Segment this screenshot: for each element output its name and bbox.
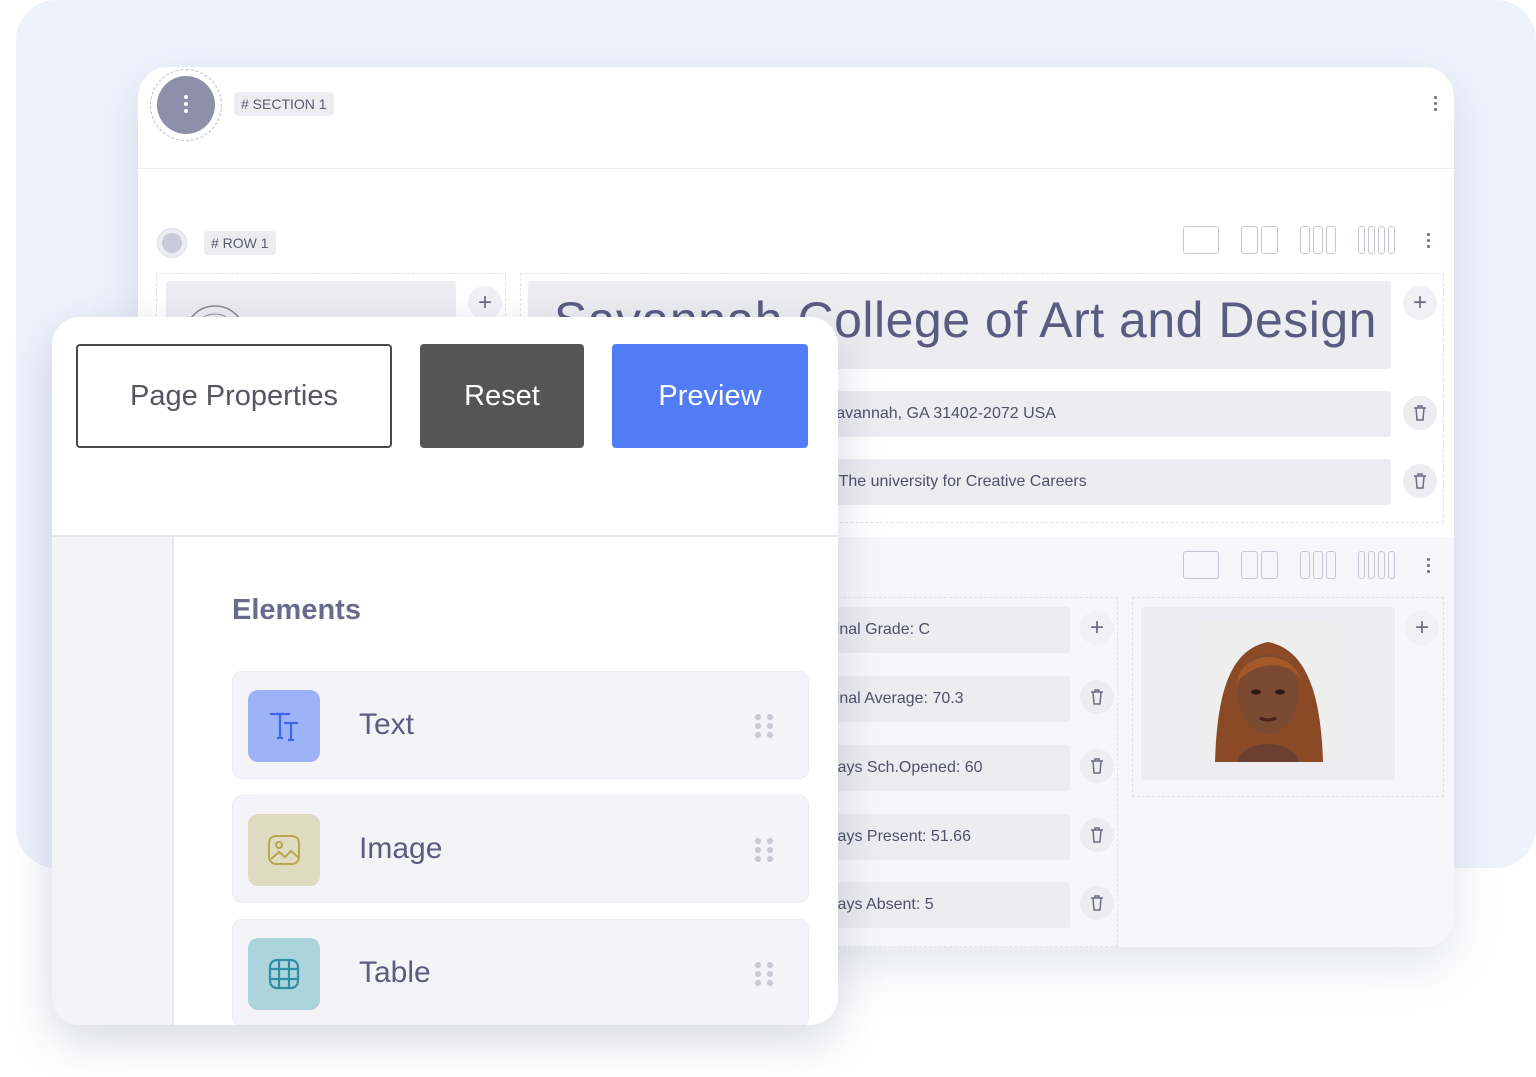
table-grid-icon	[248, 938, 320, 1010]
text-format-icon	[248, 690, 320, 762]
vertical-dots-icon	[184, 95, 188, 116]
student-photo	[1197, 620, 1339, 762]
layout-three-column-icon[interactable]	[1300, 226, 1336, 254]
days-present-text: Days Present: 51.66	[826, 828, 971, 845]
layout-one-column-icon[interactable]	[1183, 226, 1219, 254]
section-menu-icon[interactable]	[1434, 96, 1438, 114]
days-opened-text: Days Sch.Opened: 60	[826, 759, 983, 776]
days-absent-text: Days Absent: 5	[826, 896, 934, 913]
layout-one-column-icon[interactable]	[1183, 551, 1219, 579]
row-tag: # ROW 1	[204, 231, 276, 255]
delete-button[interactable]	[1080, 749, 1114, 783]
final-average-text: Final Average: 70.3	[826, 690, 964, 707]
element-label: Table	[359, 956, 431, 989]
row-menu-icon[interactable]	[1427, 233, 1431, 251]
elements-heading: Elements	[232, 594, 361, 626]
panel-sidebar	[52, 537, 174, 1025]
add-element-button[interactable]: +	[1405, 611, 1439, 645]
row-layout-options	[1183, 551, 1395, 579]
delete-button[interactable]	[1403, 396, 1437, 430]
section-drag-handle[interactable]	[150, 69, 222, 141]
layout-four-column-icon[interactable]	[1358, 551, 1395, 579]
drag-grip-icon[interactable]	[755, 714, 775, 738]
trash-icon	[1091, 895, 1103, 911]
editor-panel: Page Properties Reset Preview Elements T…	[52, 317, 838, 1025]
layout-three-column-icon[interactable]	[1300, 551, 1336, 579]
layout-four-column-icon[interactable]	[1358, 226, 1395, 254]
element-label: Image	[359, 832, 443, 865]
row-layout-options	[1183, 226, 1395, 254]
delete-button[interactable]	[1080, 886, 1114, 920]
trash-icon	[1091, 689, 1103, 705]
image-icon	[248, 814, 320, 886]
element-item-table[interactable]: Table	[232, 919, 809, 1025]
row-drag-handle[interactable]	[157, 228, 187, 258]
element-item-text[interactable]: Text	[232, 671, 809, 779]
page-properties-button[interactable]: Page Properties	[76, 344, 392, 448]
add-element-button[interactable]: +	[1080, 611, 1114, 645]
element-item-image[interactable]: Image	[232, 795, 809, 903]
preview-button[interactable]: Preview	[612, 344, 808, 448]
section-handle-inner	[157, 76, 215, 134]
trash-icon	[1414, 473, 1426, 489]
delete-button[interactable]	[1403, 464, 1437, 498]
layout-two-column-icon[interactable]	[1241, 551, 1278, 579]
add-element-button[interactable]: +	[1403, 286, 1437, 320]
layout-two-column-icon[interactable]	[1241, 226, 1278, 254]
section-tag: # SECTION 1	[234, 92, 334, 116]
row-menu-icon[interactable]	[1427, 558, 1431, 576]
trash-icon	[1091, 758, 1103, 774]
delete-button[interactable]	[1080, 680, 1114, 714]
final-grade-text: Final Grade: C	[826, 621, 931, 638]
reset-button[interactable]: Reset	[420, 344, 584, 448]
element-label: Text	[359, 708, 415, 741]
delete-button[interactable]	[1080, 818, 1114, 852]
drag-grip-icon[interactable]	[755, 962, 775, 986]
add-element-button[interactable]: +	[468, 286, 502, 320]
section-header: # SECTION 1	[138, 67, 1454, 169]
trash-icon	[1414, 405, 1426, 421]
drag-grip-icon[interactable]	[755, 838, 775, 862]
trash-icon	[1091, 827, 1103, 843]
